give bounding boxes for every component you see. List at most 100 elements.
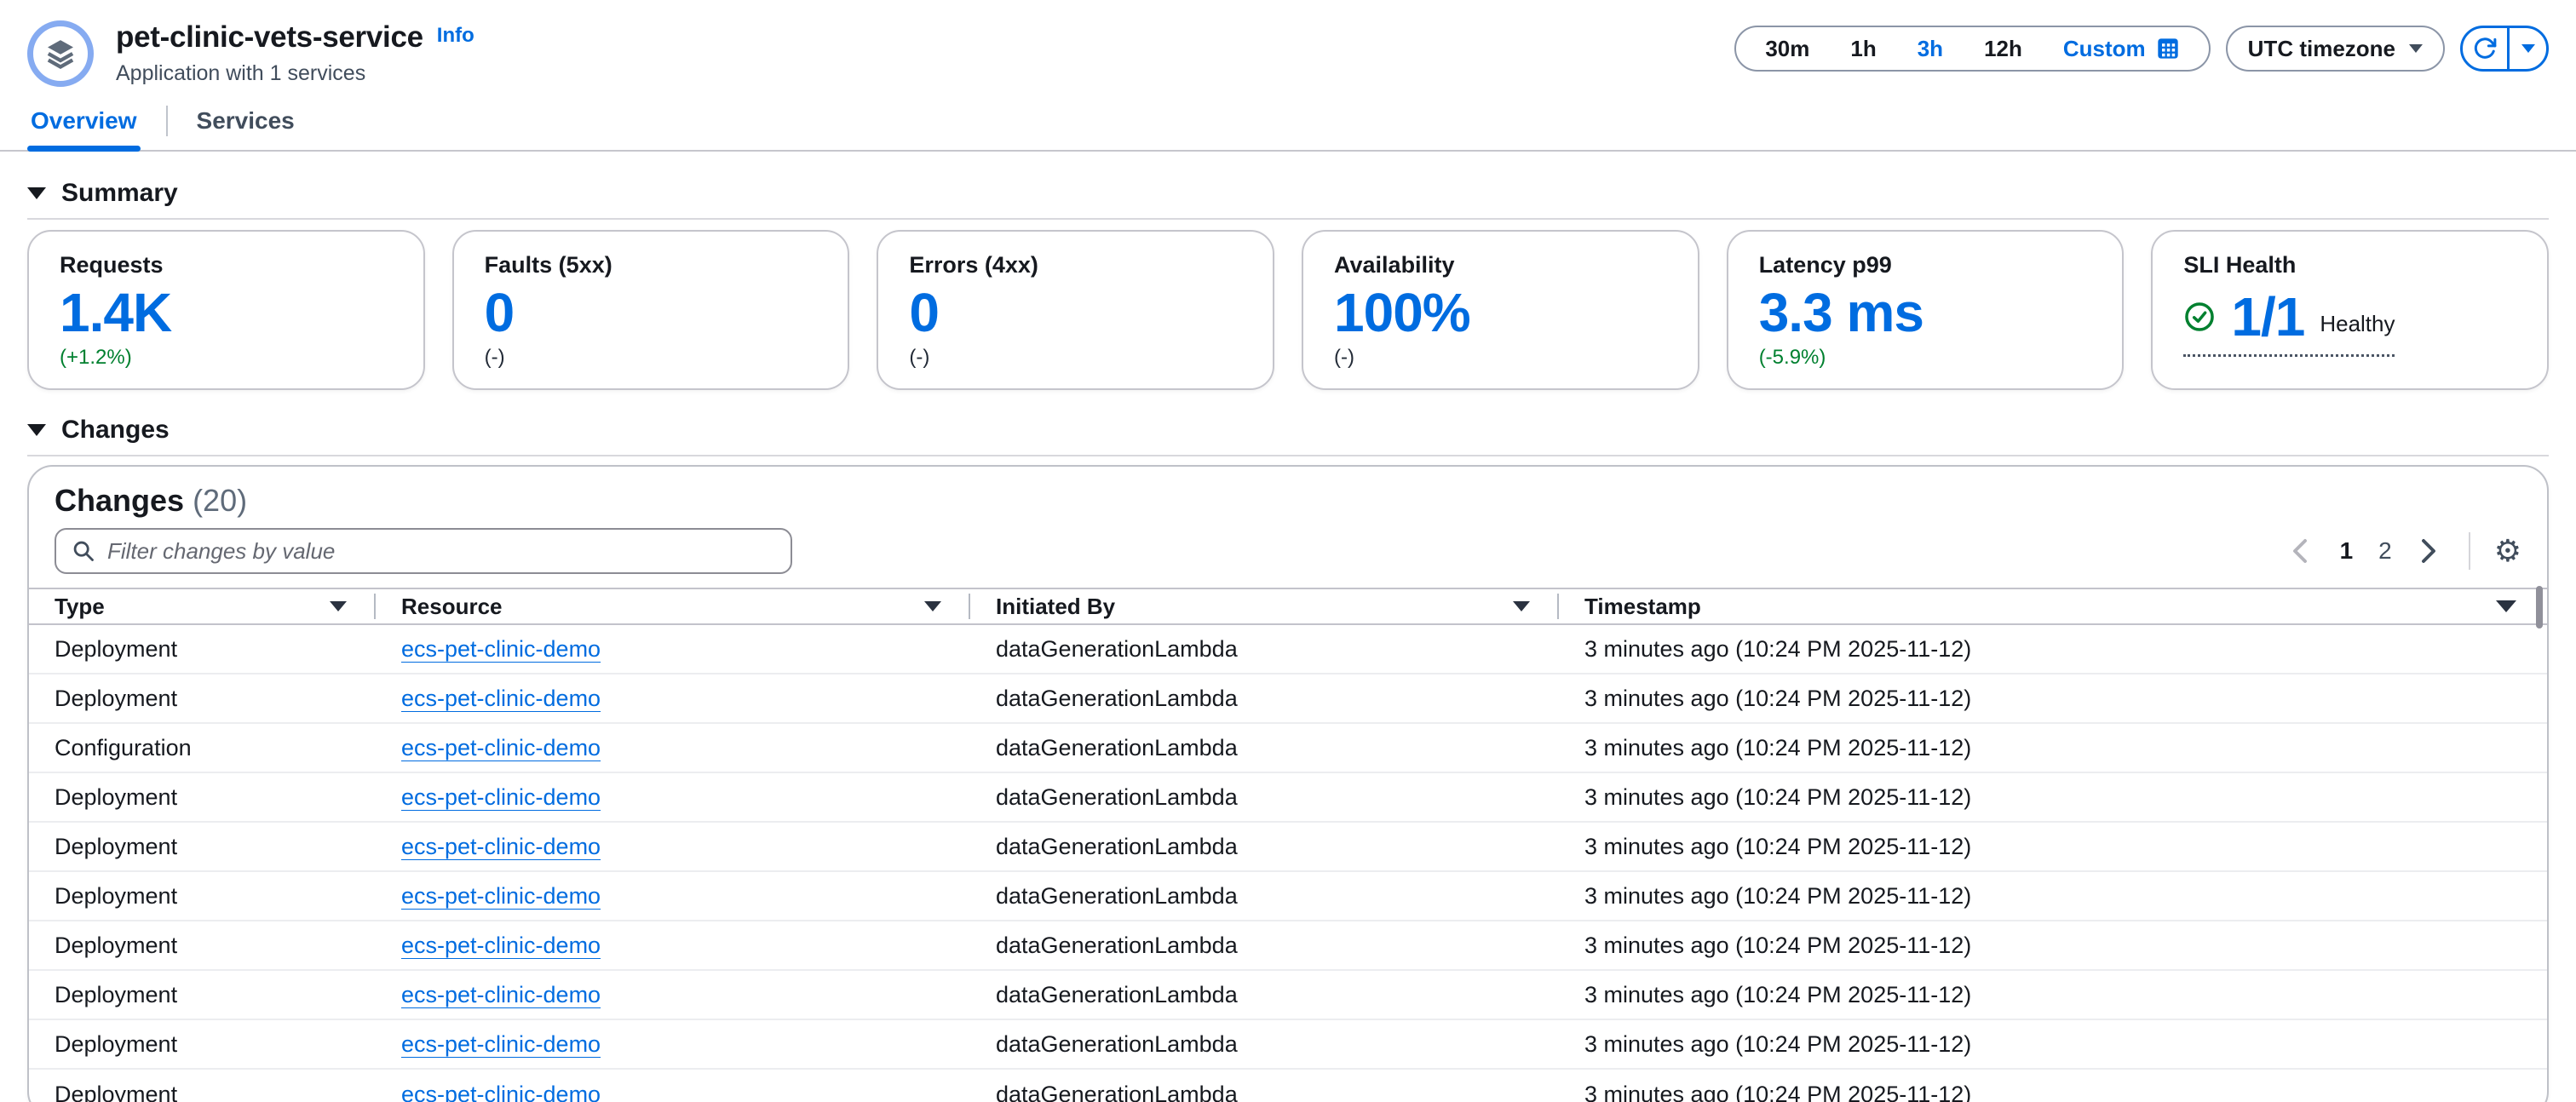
- column-header-resource: Resource: [376, 589, 970, 623]
- refresh-options-button[interactable]: [2507, 28, 2546, 69]
- table-row: Deployment ecs-pet-clinic-demo dataGener…: [29, 1070, 2547, 1102]
- resource-link[interactable]: ecs-pet-clinic-demo: [401, 834, 601, 859]
- cell-timestamp: 3 minutes ago (10:24 PM 2025-11-12): [1559, 784, 2547, 811]
- cell-initiated-by: dataGenerationLambda: [970, 784, 1559, 811]
- resource-link[interactable]: ecs-pet-clinic-demo: [401, 784, 601, 810]
- table-row: Deployment ecs-pet-clinic-demo dataGener…: [29, 872, 2547, 921]
- refresh-icon: [2472, 36, 2498, 61]
- app-header: pet-clinic-vets-service Info Application…: [0, 0, 2576, 90]
- metric-value: 0: [485, 285, 818, 340]
- cell-timestamp: 3 minutes ago (10:24 PM 2025-11-12): [1559, 686, 2547, 712]
- changes-section-title: Changes: [61, 416, 170, 445]
- cell-initiated-by: dataGenerationLambda: [970, 883, 1559, 910]
- tab-overview[interactable]: Overview: [27, 94, 141, 150]
- cell-timestamp: 3 minutes ago (10:24 PM 2025-11-12): [1559, 933, 2547, 959]
- resource-link[interactable]: ecs-pet-clinic-demo: [401, 1082, 601, 1102]
- column-header-timestamp: Timestamp: [1559, 589, 2547, 623]
- time-range-12h[interactable]: 12h: [1964, 36, 2043, 62]
- column-header-initiated-by: Initiated By: [970, 589, 1559, 623]
- section-divider: [27, 218, 2549, 220]
- cell-timestamp: 3 minutes ago (10:24 PM 2025-11-12): [1559, 883, 2547, 910]
- table-row: Deployment ecs-pet-clinic-demo dataGener…: [29, 674, 2547, 724]
- metric-card-sli-health: SLI Health 1/1 Healthy: [2151, 230, 2549, 390]
- changes-count-badge: (20): [193, 483, 247, 518]
- time-range-segmented-control: 30m 1h 3h 12h Custom: [1734, 26, 2210, 72]
- app-identity: pet-clinic-vets-service Info Application…: [27, 19, 474, 87]
- chevron-left-icon[interactable]: [2286, 533, 2314, 569]
- resource-link[interactable]: ecs-pet-clinic-demo: [401, 636, 601, 662]
- cell-type: Configuration: [29, 735, 376, 761]
- summary-cards: Requests 1.4K (+1.2%) Faults (5xx) 0 (-)…: [27, 230, 2549, 390]
- refresh-button[interactable]: [2463, 28, 2507, 69]
- filter-caret-icon[interactable]: [1513, 601, 1530, 611]
- resource-link[interactable]: ecs-pet-clinic-demo: [401, 735, 601, 760]
- triangle-down-icon[interactable]: [27, 187, 46, 199]
- metric-label: Errors (4xx): [909, 252, 1242, 278]
- metric-value: 3.3 ms: [1759, 285, 2092, 340]
- info-link[interactable]: Info: [437, 24, 474, 48]
- metric-card-faults: Faults (5xx) 0 (-): [452, 230, 850, 390]
- pagination-divider: [2469, 532, 2470, 570]
- layers-icon: [43, 37, 78, 71]
- filter-caret-icon[interactable]: [924, 601, 941, 611]
- metric-value: 0: [909, 285, 1242, 340]
- resource-link[interactable]: ecs-pet-clinic-demo: [401, 883, 601, 909]
- calendar-grid-icon: [2156, 37, 2180, 60]
- page-title: pet-clinic-vets-service: [116, 20, 423, 55]
- metric-delta: (-5.9%): [1759, 346, 2092, 370]
- filter-changes-input[interactable]: [107, 538, 775, 565]
- resource-link[interactable]: ecs-pet-clinic-demo: [401, 1031, 601, 1057]
- triangle-down-icon[interactable]: [27, 424, 46, 436]
- section-divider: [27, 455, 2549, 456]
- metric-delta: (-): [1334, 346, 1667, 370]
- cell-type: Deployment: [29, 834, 376, 860]
- metric-label: Availability: [1334, 252, 1667, 278]
- timezone-dropdown[interactable]: UTC timezone: [2226, 26, 2445, 72]
- time-range-3h-selected[interactable]: 3h: [1897, 36, 1964, 62]
- filter-caret-icon[interactable]: [330, 601, 347, 611]
- metric-delta: (+1.2%): [60, 346, 393, 370]
- table-row: Deployment ecs-pet-clinic-demo dataGener…: [29, 625, 2547, 674]
- vertical-scrollbar-thumb[interactable]: [2536, 586, 2543, 628]
- changes-panel: Changes (20): [27, 465, 2549, 1102]
- cell-timestamp: 3 minutes ago (10:24 PM 2025-11-12): [1559, 834, 2547, 860]
- time-range-30m[interactable]: 30m: [1745, 36, 1830, 62]
- filter-caret-icon[interactable]: [2496, 600, 2516, 612]
- cell-type: Deployment: [29, 636, 376, 663]
- cell-type: Deployment: [29, 982, 376, 1008]
- cell-type: Deployment: [29, 933, 376, 959]
- metric-label: Latency p99: [1759, 252, 2092, 278]
- tab-services[interactable]: Services: [193, 94, 298, 150]
- cell-type: Deployment: [29, 883, 376, 910]
- changes-table-header: Type Resource Initiated By Timestamp: [29, 588, 2547, 625]
- cell-initiated-by: dataGenerationLambda: [970, 686, 1559, 712]
- sli-health-badge[interactable]: 1/1 Healthy: [2183, 290, 2395, 357]
- metric-delta: (-): [909, 346, 1242, 370]
- tab-divider: [166, 106, 168, 136]
- metric-card-latency: Latency p99 3.3 ms (-5.9%): [1727, 230, 2125, 390]
- cell-timestamp: 3 minutes ago (10:24 PM 2025-11-12): [1559, 1031, 2547, 1058]
- gear-icon[interactable]: ⚙: [2494, 536, 2521, 566]
- metric-card-requests: Requests 1.4K (+1.2%): [27, 230, 425, 390]
- cell-type: Deployment: [29, 1082, 376, 1102]
- page-number-2[interactable]: 2: [2378, 537, 2392, 565]
- filter-input-wrapper: [55, 528, 792, 574]
- time-range-1h[interactable]: 1h: [1830, 36, 1896, 62]
- summary-section: Summary Requests 1.4K (+1.2%) Faults (5x…: [0, 179, 2576, 390]
- cell-initiated-by: dataGenerationLambda: [970, 1031, 1559, 1058]
- time-range-custom[interactable]: Custom: [2043, 36, 2200, 62]
- cell-initiated-by: dataGenerationLambda: [970, 834, 1559, 860]
- resource-link[interactable]: ecs-pet-clinic-demo: [401, 686, 601, 711]
- table-row: Deployment ecs-pet-clinic-demo dataGener…: [29, 971, 2547, 1020]
- changes-table: Type Resource Initiated By Timestamp: [29, 588, 2547, 1102]
- page-number-1[interactable]: 1: [2340, 537, 2354, 565]
- metric-label: Faults (5xx): [485, 252, 818, 278]
- cell-timestamp: 3 minutes ago (10:24 PM 2025-11-12): [1559, 735, 2547, 761]
- chevron-right-icon[interactable]: [2414, 533, 2443, 569]
- resource-link[interactable]: ecs-pet-clinic-demo: [401, 933, 601, 958]
- cell-initiated-by: dataGenerationLambda: [970, 636, 1559, 663]
- check-circle-icon: [2183, 301, 2216, 333]
- resource-link[interactable]: ecs-pet-clinic-demo: [401, 982, 601, 1007]
- refresh-split-button: [2460, 26, 2549, 72]
- app-subtitle: Application with 1 services: [116, 61, 474, 86]
